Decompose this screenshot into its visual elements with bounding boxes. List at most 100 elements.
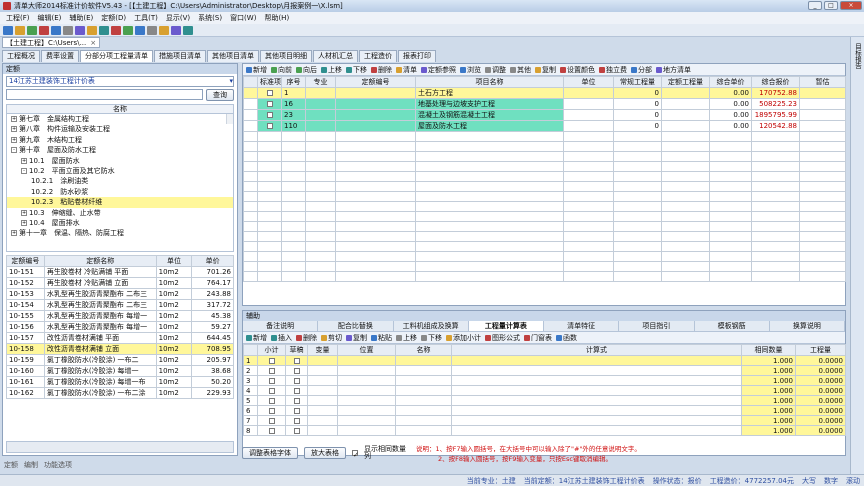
quota-col-header[interactable]: 定额名称 bbox=[43, 255, 157, 267]
menu-item[interactable]: 定额(D) bbox=[97, 13, 130, 23]
right-rail-label[interactable]: 目标报告 bbox=[853, 43, 863, 69]
bill-empty-row[interactable] bbox=[243, 231, 846, 242]
menu-item[interactable]: 工具(T) bbox=[130, 13, 162, 23]
bill-col-header[interactable]: 专业 bbox=[305, 76, 336, 88]
bill-empty-row[interactable] bbox=[243, 151, 846, 162]
calc-checkbox[interactable] bbox=[268, 387, 275, 394]
tree-node[interactable]: 10.2.3 粘贴卷材纤维 bbox=[7, 197, 233, 208]
expand-icon[interactable]: + bbox=[11, 136, 17, 143]
bill-toolbar-button[interactable]: 清单 bbox=[396, 65, 417, 75]
quota-hscroll[interactable] bbox=[6, 441, 234, 453]
calc-cell[interactable] bbox=[307, 385, 338, 396]
aux-tab[interactable]: 换算说明 bbox=[770, 321, 845, 331]
document-tab[interactable]: 【土建工程】C:\Users\... × bbox=[2, 37, 101, 48]
quota-row[interactable]: 10-159 氯丁橡胶防水(冷胶涂) 一布二 10m2 205.97 bbox=[6, 354, 234, 366]
calc-cell[interactable] bbox=[395, 355, 452, 366]
bill-col-header[interactable]: 常规工程量 bbox=[613, 76, 662, 88]
expand-icon[interactable]: + bbox=[11, 116, 17, 122]
bill-empty-row[interactable] bbox=[243, 191, 846, 202]
aux-toolbar-button[interactable]: 上移 bbox=[396, 333, 417, 343]
collapse-icon[interactable]: - bbox=[21, 167, 27, 174]
main-tab[interactable]: 人材机汇总 bbox=[313, 50, 358, 62]
bill-empty-row[interactable] bbox=[243, 201, 846, 212]
bill-toolbar-button[interactable]: 新增 bbox=[246, 65, 267, 75]
calc-row[interactable]: 4 1.000 0.0000 bbox=[243, 385, 846, 396]
aux-tab[interactable]: 工程量计算表 bbox=[468, 321, 544, 331]
maximize-button[interactable]: □ bbox=[824, 1, 838, 10]
calc-cell[interactable] bbox=[337, 415, 396, 426]
main-tab[interactable]: 措施项目清单 bbox=[154, 50, 206, 62]
standard-item-checkbox[interactable] bbox=[266, 123, 273, 129]
bill-toolbar-button[interactable]: 独立费 bbox=[599, 65, 627, 75]
calc-cell[interactable] bbox=[451, 405, 742, 416]
calc-cell[interactable] bbox=[307, 425, 338, 436]
toolbar-icon[interactable] bbox=[39, 25, 49, 35]
quota-row[interactable]: 10-156 水乳型再生胶沥青聚酯布 每增一 10m2 59.27 bbox=[6, 321, 234, 333]
calc-cell[interactable] bbox=[307, 375, 338, 386]
quota-search-input[interactable] bbox=[6, 89, 203, 100]
aux-toolbar-button[interactable]: 函数 bbox=[556, 333, 577, 343]
calc-checkbox[interactable] bbox=[268, 427, 275, 434]
expand-icon[interactable]: + bbox=[11, 230, 17, 237]
quota-row[interactable]: 10-151 再生胶卷材 冷贴满铺 平面 10m2 701.26 bbox=[6, 266, 234, 278]
bill-row[interactable]: 1 土石方工程 0 0.00 170752.88 bbox=[243, 87, 846, 99]
quota-col-header[interactable]: 单位 bbox=[155, 255, 193, 267]
menu-item[interactable]: 显示(V) bbox=[162, 13, 194, 23]
bill-col-header[interactable]: 标准项 bbox=[257, 76, 282, 88]
expand-icon[interactable]: + bbox=[11, 126, 17, 133]
aux-toolbar-button[interactable]: 图形公式 bbox=[485, 333, 520, 343]
tree-scrollbar[interactable] bbox=[226, 114, 233, 125]
toolbar-icon[interactable] bbox=[15, 25, 25, 35]
calc-cell[interactable] bbox=[395, 425, 452, 436]
calc-cell[interactable] bbox=[451, 425, 742, 436]
calc-cell[interactable] bbox=[337, 355, 396, 366]
tree-node[interactable]: - 第十章 屋面及防水工程 bbox=[7, 145, 233, 155]
tree-node[interactable]: 10.2.1 涂刷油类 bbox=[7, 176, 233, 186]
menu-item[interactable]: 窗口(W) bbox=[226, 13, 260, 23]
calc-cell[interactable] bbox=[395, 395, 452, 406]
calc-checkbox[interactable] bbox=[293, 417, 300, 424]
tree-node[interactable]: + 第八章 构件运输及安装工程 bbox=[7, 124, 233, 134]
quota-row[interactable]: 10-161 氯丁橡胶防水(冷胶涂) 每增一布 10m2 50.20 bbox=[6, 376, 234, 388]
bill-col-header[interactable]: 定额编号 bbox=[335, 76, 416, 88]
calc-checkbox[interactable] bbox=[293, 367, 300, 374]
tree-node[interactable]: +10.4 屋面排水 bbox=[7, 218, 233, 228]
calc-checkbox[interactable] bbox=[268, 377, 275, 384]
calc-col-header[interactable] bbox=[243, 344, 258, 356]
calc-checkbox[interactable] bbox=[268, 417, 275, 424]
tree-node[interactable]: + 第十一章 保温、隔热、防腐工程 bbox=[7, 228, 233, 238]
quota-row[interactable]: 10-155 水乳型再生胶沥青聚酯布 每增一 10m2 45.38 bbox=[6, 310, 234, 322]
bill-row[interactable]: 23 混凝土及钢筋混凝土工程 0 0.00 1895795.99 bbox=[243, 109, 846, 121]
calc-col-header[interactable]: 计算式 bbox=[451, 344, 742, 356]
quota-row[interactable]: 10-157 改性沥青卷材满铺 平面 10m2 644.45 bbox=[6, 332, 234, 344]
bill-toolbar-button[interactable]: 设置颜色 bbox=[560, 65, 595, 75]
calc-cell[interactable] bbox=[307, 395, 338, 406]
bill-col-header[interactable]: 单位 bbox=[563, 76, 614, 88]
bill-toolbar-button[interactable]: 定额参照 bbox=[421, 65, 456, 75]
aux-tab[interactable]: 备注说明 bbox=[243, 321, 319, 331]
bill-toolbar-button[interactable]: 浏览 bbox=[460, 65, 481, 75]
calc-cell[interactable] bbox=[395, 375, 452, 386]
bill-toolbar-button[interactable]: 分部 bbox=[631, 65, 652, 75]
toolbar-icon[interactable] bbox=[27, 25, 37, 35]
standard-item-checkbox[interactable] bbox=[266, 90, 273, 96]
bill-row[interactable]: 110 屋面及防水工程 0 0.00 120542.88 bbox=[243, 120, 846, 132]
bill-col-header[interactable]: 序号 bbox=[281, 76, 306, 88]
calc-cell[interactable] bbox=[307, 355, 338, 366]
aux-toolbar-button[interactable]: 复制 bbox=[346, 333, 367, 343]
toolbar-icon[interactable] bbox=[135, 25, 145, 35]
toolbar-icon[interactable] bbox=[171, 25, 181, 35]
enlarge-table-button[interactable]: 放大表格 bbox=[304, 447, 346, 459]
toolbar-icon[interactable] bbox=[51, 25, 61, 35]
bill-toolbar-button[interactable]: 下移 bbox=[346, 65, 367, 75]
left-bottom-tab[interactable]: 定额 bbox=[4, 460, 18, 470]
calc-cell[interactable] bbox=[395, 405, 452, 416]
bill-empty-row[interactable] bbox=[243, 161, 846, 172]
calc-cell[interactable] bbox=[395, 415, 452, 426]
menu-item[interactable]: 编辑(E) bbox=[34, 13, 66, 23]
bill-col-header[interactable]: 综合单价 bbox=[709, 76, 752, 88]
calc-col-header[interactable]: 小计 bbox=[257, 344, 286, 356]
aux-tab[interactable]: 清单特征 bbox=[544, 321, 620, 331]
bill-empty-row[interactable] bbox=[243, 141, 846, 152]
aux-toolbar-button[interactable]: 添加小计 bbox=[446, 333, 481, 343]
